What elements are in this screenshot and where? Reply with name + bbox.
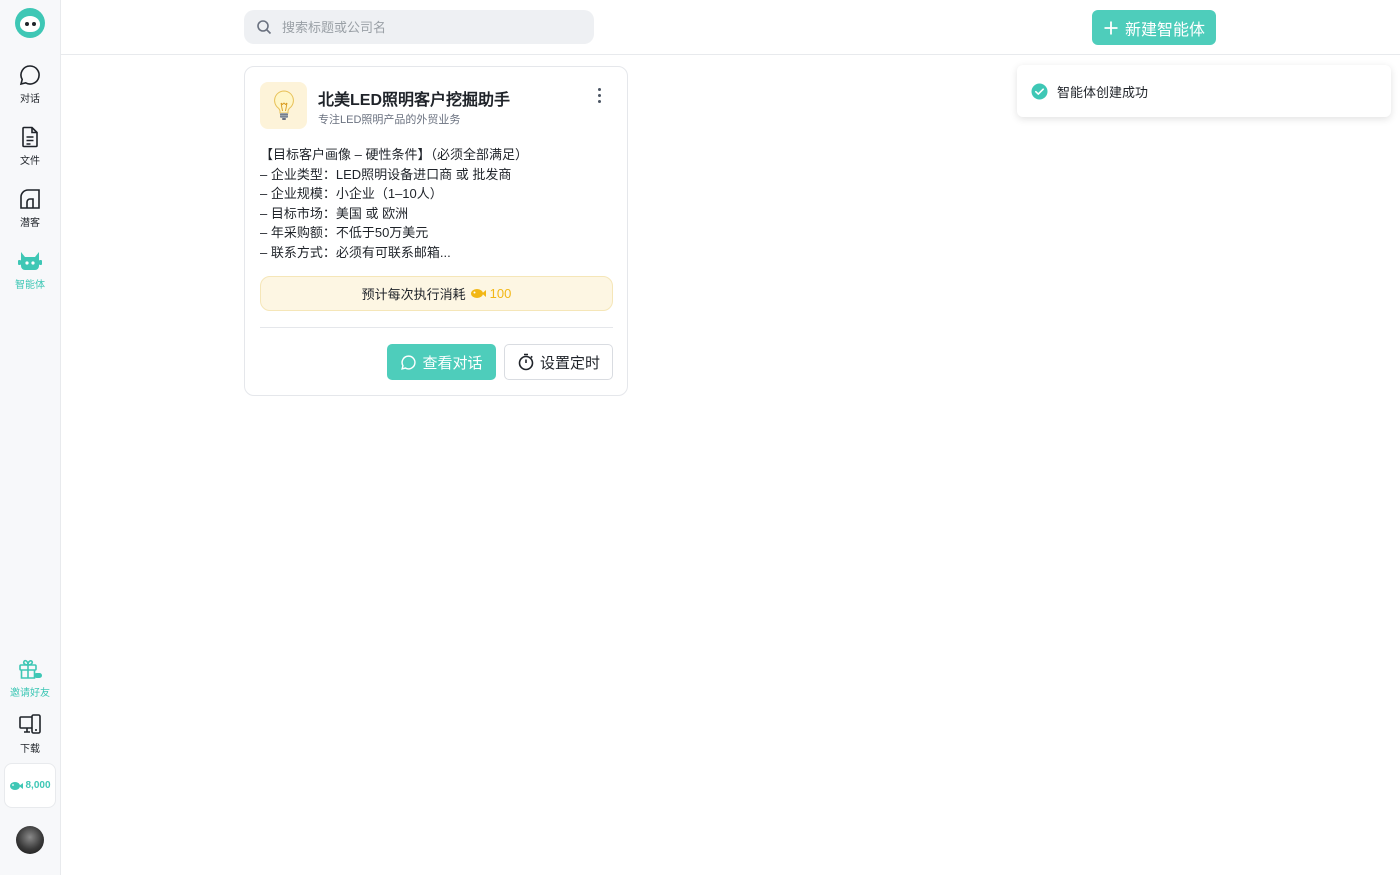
sidebar-item-chat[interactable]: 对话 [0, 62, 60, 105]
sidebar-item-label: 对话 [20, 94, 40, 105]
set-timer-label: 设置定时 [539, 354, 600, 372]
coin-balance[interactable]: 8,000 [4, 763, 56, 808]
search-icon [257, 20, 272, 35]
fish-coin-icon [470, 289, 486, 298]
sidebar: 对话 文件 潜客 智能体 邀请好友 下载 8,000 [0, 0, 61, 875]
sidebar-item-label: 潜客 [20, 218, 40, 229]
agent-card[interactable]: 北美LED照明客户挖掘助手 专注LED照明产品的外贸业务 【目标客户画像 – 硬… [244, 66, 628, 396]
description-line: – 企业类型：LED照明设备进口商 或 批发商 [260, 166, 512, 182]
set-timer-button[interactable]: 设置定时 [504, 344, 613, 380]
success-toast: 智能体创建成功 [1017, 65, 1391, 117]
fish-coin-icon [10, 781, 24, 790]
agent-avatar [260, 82, 307, 129]
light-bulb-icon [273, 89, 294, 120]
sidebar-item-label: 邀请好友 [10, 688, 50, 699]
top-bar: 新建智能体 [61, 0, 1400, 55]
cost-value: 100 [489, 286, 512, 301]
new-agent-label: 新建智能体 [1124, 21, 1205, 39]
chat-bubble-icon [19, 65, 40, 86]
search-input[interactable] [282, 19, 572, 35]
sidebar-item-invite[interactable]: 邀请好友 [0, 656, 60, 699]
plus-icon [1104, 21, 1118, 34]
view-chat-button[interactable]: 查看对话 [387, 344, 496, 380]
coin-amount: 8,000 [25, 780, 51, 791]
prospect-icon [20, 189, 40, 209]
cat-logo-icon[interactable] [15, 8, 45, 38]
sidebar-item-prospects[interactable]: 潜客 [0, 186, 60, 229]
description-line: – 企业规模：小企业（1–10人） [260, 186, 443, 201]
sidebar-item-agents[interactable]: 智能体 [0, 248, 60, 291]
sidebar-item-label: 智能体 [15, 280, 45, 291]
card-divider [260, 327, 613, 328]
description-line: – 目标市场：美国 或 欧洲 [260, 205, 409, 221]
execution-cost: 预计每次执行消耗 100 [260, 276, 613, 311]
sidebar-item-download[interactable]: 下载 [0, 712, 60, 755]
agent-subtitle: 专注LED照明产品的外贸业务 [318, 114, 461, 126]
sidebar-item-files[interactable]: 文件 [0, 124, 60, 167]
agent-cat-icon [18, 252, 42, 270]
new-agent-button[interactable]: 新建智能体 [1092, 10, 1216, 45]
description-line: – 年采购额：不低于50万美元 [260, 225, 429, 240]
sidebar-item-label: 下载 [20, 744, 40, 755]
more-options-icon[interactable] [590, 85, 608, 105]
file-icon [22, 126, 38, 148]
search-box[interactable] [244, 10, 594, 44]
sidebar-item-label: 文件 [20, 156, 40, 167]
agent-description: 【目标客户画像 – 硬性条件】（必须全部满足） – 企业类型：LED照明设备进口… [260, 145, 615, 262]
devices-icon [19, 714, 41, 734]
check-circle-icon [1031, 83, 1048, 99]
description-line: 【目标客户画像 – 硬性条件】（必须全部满足） [260, 147, 528, 162]
avatar[interactable] [16, 826, 44, 854]
description-line: – 联系方式：必须有可联系邮箱... [260, 244, 451, 260]
gift-icon [19, 659, 42, 679]
agent-title: 北美LED照明客户挖掘助手 [318, 92, 511, 109]
toast-message: 智能体创建成功 [1057, 84, 1149, 100]
cost-label: 预计每次执行消耗 [361, 287, 466, 302]
chat-bubble-icon [401, 354, 417, 370]
stopwatch-icon [518, 353, 534, 371]
view-chat-label: 查看对话 [422, 354, 483, 372]
